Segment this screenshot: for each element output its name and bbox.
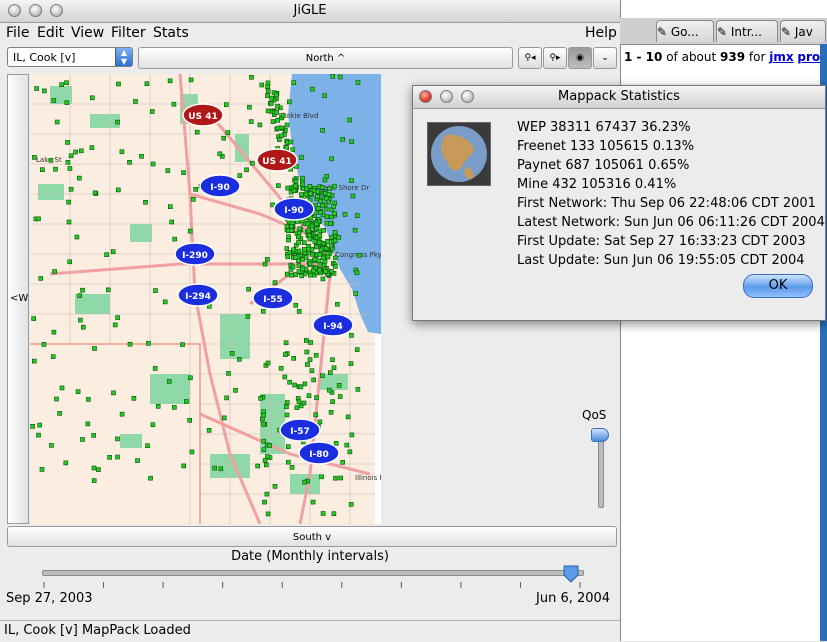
tab-icon: ✎	[717, 25, 731, 39]
qos-thumb[interactable]	[591, 428, 609, 442]
date-slider-ticks	[43, 582, 581, 588]
result-range: 1 - 10	[624, 50, 663, 64]
highway-shield-label: I-57	[290, 427, 310, 437]
browser-tab[interactable]: ✎ Intr...	[716, 20, 778, 42]
menu-bar: File Edit View Filter Stats Help	[0, 22, 620, 44]
stat-line: Latest Network: Sun Jun 06 06:11:26 CDT …	[517, 215, 825, 230]
stat-line: Last Update: Sun Jun 06 19:55:05 CDT 200…	[517, 253, 805, 268]
highway-shield-label: I-90	[284, 206, 304, 216]
west-label: <W	[10, 293, 29, 304]
result-text: for	[745, 50, 770, 64]
zoom-out-icon[interactable]: ⚲▸	[543, 47, 567, 69]
title-bar[interactable]: JiGLE	[0, 0, 620, 23]
highway-shield: I-294	[177, 283, 219, 307]
result-text: of about	[662, 50, 721, 64]
highway-shield: US 41	[256, 148, 298, 172]
highway-shield-label: I-80	[309, 450, 329, 460]
tab-icon: ✎	[781, 25, 795, 39]
browser-tab-label: Intr...	[730, 25, 762, 39]
browser-tab-label: Jav	[794, 25, 813, 39]
menu-view[interactable]: View	[71, 25, 104, 41]
chevron-down-icon[interactable]: ⌄	[593, 47, 617, 69]
stat-line: Freenet 133 105615 0.13%	[517, 139, 695, 154]
wardriving-map[interactable]: Skokie Blvd Lake St Lake Shore Dr Congre…	[30, 74, 381, 524]
result-count: 939	[720, 50, 746, 64]
highway-shield: I-94	[312, 313, 354, 337]
mappack-statistics-dialog: Mappack Statistics WEP 38311 67437 36.23…	[412, 85, 826, 321]
map-label: Illinois Route 394	[355, 474, 381, 482]
locate-icon[interactable]: ◉	[568, 47, 592, 69]
county-border	[30, 343, 201, 524]
highway-shield-label: I-90	[210, 183, 230, 193]
menu-stats[interactable]: Stats	[153, 25, 189, 41]
highway-shield: US 41	[182, 103, 224, 127]
highway-shield: I-80	[298, 441, 340, 465]
browser-tab-bar: ✎ Go... ✎ Intr... ✎ Jav	[620, 18, 827, 45]
dialog-title-bar[interactable]: Mappack Statistics	[413, 86, 825, 109]
menu-filter[interactable]: Filter	[111, 25, 146, 41]
timeline-label: Date (Monthly intervals)	[231, 549, 389, 564]
menu-file[interactable]: File	[6, 25, 29, 41]
highway-shield-label: US 41	[188, 112, 217, 122]
toolbar: IL, Cook [v] ▲ ▼ North ^ ⚲◂ ⚲▸ ◉ ⌄	[0, 44, 620, 74]
highway-shield: I-90	[199, 174, 241, 198]
ok-button[interactable]: OK	[743, 274, 813, 298]
highway-shield: I-90	[273, 197, 315, 221]
highway-shield: I-55	[252, 286, 294, 310]
pan-west-button[interactable]: <W	[7, 74, 29, 524]
status-text: IL, Cook [v] MapPack Loaded	[4, 623, 191, 638]
zoom-in-icon[interactable]: ⚲◂	[518, 47, 542, 69]
highway-shield: I-290	[174, 242, 216, 266]
qos-slider[interactable]	[591, 428, 609, 508]
date-slider-track[interactable]	[42, 570, 584, 576]
stat-line: First Update: Sat Sep 27 16:33:23 CDT 20…	[517, 234, 806, 249]
stat-line: Paynet 687 105061 0.65%	[517, 158, 690, 173]
highway-shield: I-57	[279, 418, 321, 442]
pan-south-button[interactable]: South v	[7, 526, 617, 547]
dialog-title: Mappack Statistics	[558, 89, 680, 104]
highway-shield-label: I-55	[263, 295, 283, 305]
qos-label: QoS	[582, 408, 607, 422]
highway-shield-label: I-94	[323, 322, 343, 332]
status-bar: IL, Cook [v] MapPack Loaded	[0, 620, 620, 642]
browser-tab[interactable]: ✎ Jav	[780, 20, 826, 42]
stat-line: WEP 38311 67437 36.23%	[517, 120, 691, 135]
tab-icon: ✎	[657, 25, 671, 39]
browser-tab[interactable]: ✎ Go...	[656, 20, 714, 42]
search-result-summary: 1 - 10 of about 939 for jmx protoco	[624, 50, 827, 64]
state-border-region	[375, 334, 381, 524]
highway-shield-label: I-294	[185, 292, 211, 302]
query-link[interactable]: jmx	[769, 50, 793, 64]
date-slider-thumb[interactable]	[563, 565, 579, 583]
timeline-start-date: Sep 27, 2003	[6, 591, 93, 606]
map-canvas: Skokie Blvd Lake St Lake Shore Dr Congre…	[30, 74, 381, 524]
menu-help[interactable]: Help	[585, 25, 617, 41]
pan-north-button[interactable]: North ^	[138, 47, 513, 69]
browser-tab-label: Go...	[670, 25, 699, 39]
chevron-updown-icon: ▲ ▼	[115, 48, 132, 66]
timeline-end-date: Jun 6, 2004	[536, 591, 611, 606]
highway-shield-label: I-290	[182, 251, 208, 261]
stat-line: First Network: Thu Sep 06 22:48:06 CDT 2…	[517, 196, 816, 211]
location-value: IL, Cook [v]	[13, 51, 76, 64]
menu-edit[interactable]: Edit	[37, 25, 64, 41]
globe-icon	[427, 122, 491, 186]
stat-line: Mine 432 105316 0.41%	[517, 177, 677, 192]
location-select[interactable]: IL, Cook [v] ▲ ▼	[7, 47, 133, 67]
highway-shield-label: US 41	[262, 157, 291, 167]
qos-track	[598, 434, 604, 508]
window-title: JiGLE	[293, 3, 327, 18]
